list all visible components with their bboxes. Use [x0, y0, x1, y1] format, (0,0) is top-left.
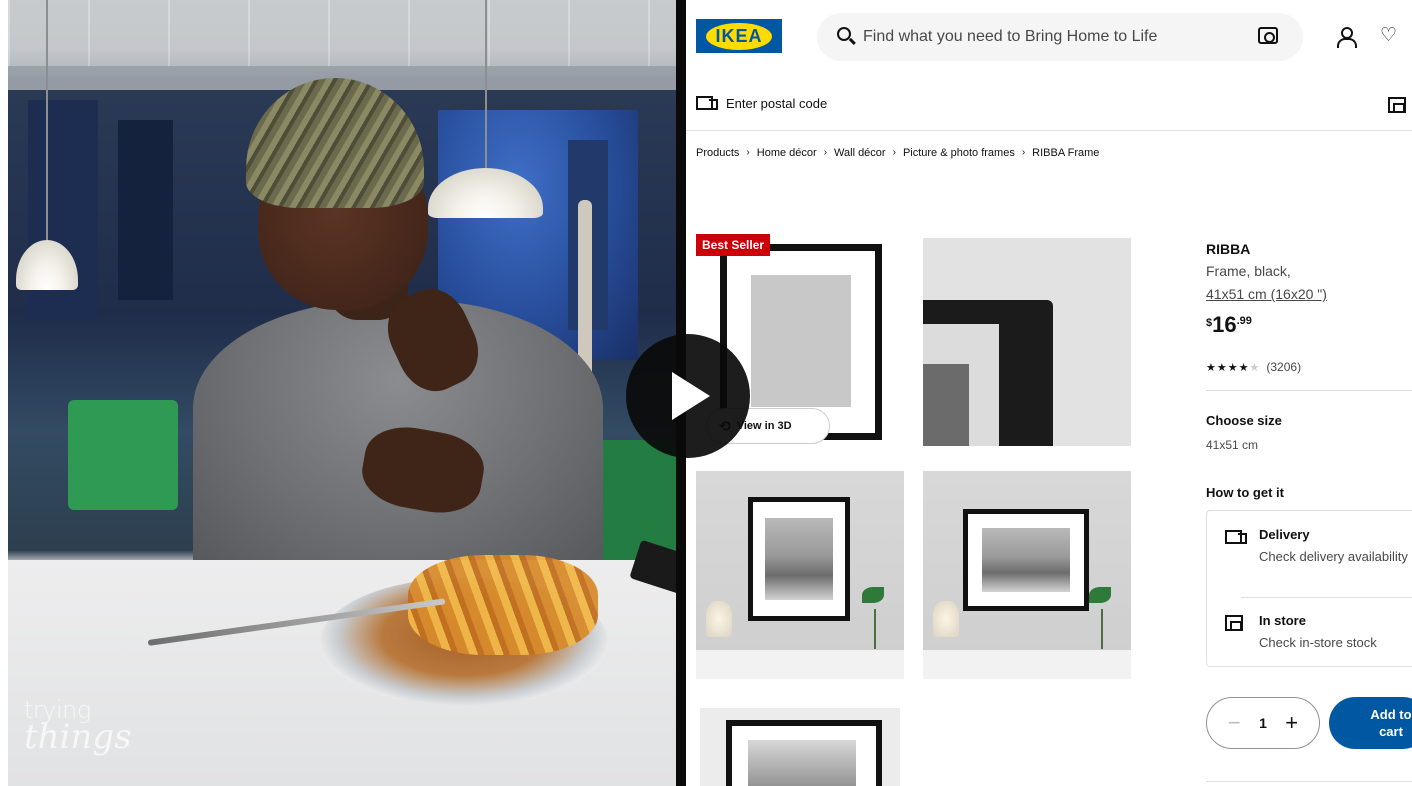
- product-rating[interactable]: ★★★★★ (3206): [1206, 360, 1301, 374]
- view-in-3d-label: View in 3D: [736, 420, 792, 432]
- truck-icon: [696, 95, 718, 111]
- breadcrumb-products[interactable]: Products: [696, 147, 739, 159]
- channel-watermark: trying things: [24, 698, 132, 754]
- product-size-link[interactable]: 41x51 cm (16x20 "): [1206, 286, 1327, 302]
- store-icon: [1225, 615, 1243, 631]
- ceiling: [8, 0, 676, 90]
- add-to-cart-button[interactable]: Add to cart: [1329, 697, 1412, 749]
- product-info: RIBBA Frame, black, 41x51 cm (16x20 ") $…: [1206, 0, 1412, 786]
- pendant-lamp: [428, 0, 543, 218]
- background-building: [118, 120, 173, 300]
- breadcrumb-home-decor[interactable]: Home décor: [757, 147, 817, 159]
- video-frame: trying things: [8, 0, 676, 786]
- delivery-subtitle: Check delivery availability: [1259, 549, 1408, 564]
- chevron-right-icon: ›: [1021, 147, 1026, 158]
- how-to-get-label: How to get it: [1206, 485, 1284, 500]
- price-currency: $: [1206, 317, 1213, 329]
- breadcrumb-ribba[interactable]: RIBBA Frame: [1032, 147, 1099, 159]
- increase-quantity-button[interactable]: +: [1282, 710, 1302, 736]
- product-image-landscape[interactable]: [923, 471, 1131, 679]
- green-chair: [68, 400, 178, 510]
- decrease-quantity-button[interactable]: −: [1224, 710, 1244, 736]
- divider: [1206, 781, 1412, 782]
- product-description: Frame, black,: [1206, 263, 1291, 279]
- ikea-logo[interactable]: IKEA: [696, 19, 782, 53]
- postal-code-button[interactable]: Enter postal code: [696, 95, 827, 111]
- quantity-stepper: − 1 +: [1206, 697, 1320, 749]
- product-price: $16.99: [1206, 312, 1252, 338]
- product-image-building[interactable]: [700, 708, 900, 786]
- star-filled-icon: ★: [1227, 361, 1239, 374]
- logo-text: IKEA: [706, 22, 772, 50]
- choose-size-label: Choose size: [1206, 413, 1282, 428]
- breadcrumb-frames[interactable]: Picture & photo frames: [903, 147, 1015, 159]
- divider: [1206, 390, 1412, 391]
- chevron-right-icon: ›: [746, 147, 750, 158]
- add-to-cart-line2: cart: [1379, 724, 1403, 739]
- product-name: RIBBA: [1206, 241, 1251, 257]
- delivery-title: Delivery: [1259, 527, 1310, 542]
- search-icon: [837, 27, 851, 41]
- rating-count: (3206): [1266, 360, 1302, 374]
- best-seller-badge: Best Seller: [696, 234, 771, 256]
- star-filled-icon: ★: [1238, 361, 1250, 374]
- price-integer: 16: [1212, 312, 1237, 337]
- chevron-right-icon: ›: [823, 147, 828, 158]
- postal-code-label: Enter postal code: [726, 95, 828, 111]
- search-input[interactable]: [863, 25, 1243, 49]
- person-beanie: [246, 78, 424, 208]
- breadcrumb: Products › Home décor › Wall décor › Pictur…: [696, 147, 1099, 159]
- product-image-corner[interactable]: [923, 238, 1131, 446]
- product-image-portrait[interactable]: [696, 471, 904, 679]
- in-store-subtitle: Check in-store stock: [1259, 635, 1377, 650]
- add-to-cart-line1: Add to: [1370, 707, 1412, 722]
- breadcrumb-wall-decor[interactable]: Wall décor: [834, 147, 886, 159]
- divider: [1241, 597, 1412, 598]
- in-store-title: In store: [1259, 613, 1306, 628]
- watermark-line2: things: [24, 717, 132, 757]
- star-filled-icon: ★: [1206, 361, 1217, 374]
- pendant-lamp: [16, 0, 78, 290]
- chevron-right-icon: ›: [892, 147, 896, 158]
- star-rating-icon: ★★★★★: [1206, 361, 1260, 374]
- star-filled-icon: ★: [1216, 361, 1228, 374]
- star-empty-icon: ★: [1249, 361, 1261, 374]
- size-value[interactable]: 41x51 cm: [1206, 438, 1258, 452]
- fulfillment-options: Delivery Check delivery availability In …: [1206, 510, 1412, 667]
- price-decimal: .99: [1236, 315, 1252, 327]
- ikea-product-page: IKEA ♡ Enter postal code Products› Home …: [686, 0, 1412, 786]
- truck-icon: [1225, 529, 1247, 545]
- play-icon[interactable]: [626, 334, 750, 458]
- quantity-value: 1: [1259, 715, 1267, 731]
